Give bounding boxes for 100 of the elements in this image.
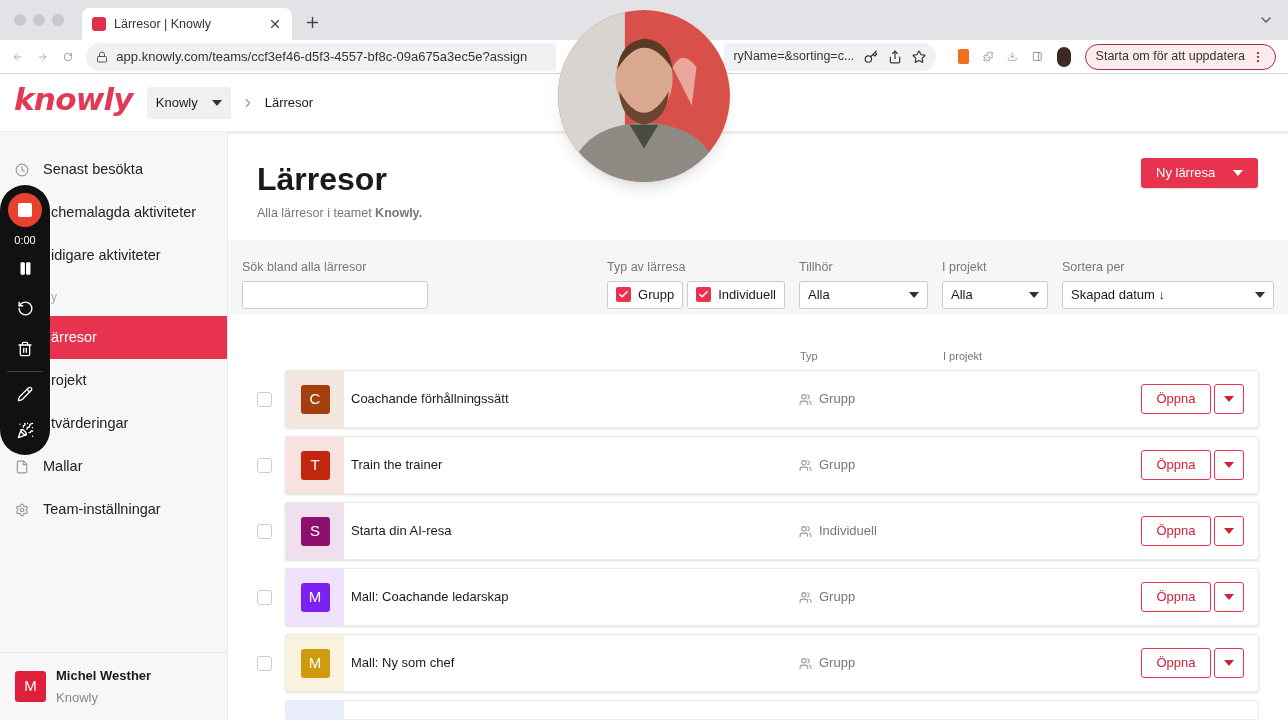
open-button[interactable]: Öppna [1141, 648, 1211, 678]
type-toggle[interactable]: Grupp [607, 280, 684, 309]
course-type: Grupp [819, 456, 856, 475]
share-icon[interactable] [888, 49, 903, 64]
open-button[interactable]: Öppna [1141, 450, 1211, 480]
sidebar-item[interactable]: chemalagda aktiviteter [50, 191, 227, 234]
course-type: Grupp [819, 390, 856, 409]
browser-tab[interactable]: Lärresor | Knowly [82, 8, 292, 40]
new-button[interactable]: Ny lärresa [1141, 158, 1258, 188]
list-row[interactable]: M Mall: Ny som chef Grupp Öppna [285, 634, 1259, 692]
course-avatar: S [300, 516, 330, 546]
column-header: I projekt [943, 349, 983, 364]
checkbox[interactable] [696, 287, 712, 303]
row-checkbox[interactable] [257, 523, 272, 539]
select-field[interactable]: Alla [799, 280, 928, 309]
type-toggle[interactable]: Individuell [687, 280, 785, 309]
course-name: Coachande förhållningssätt [351, 390, 510, 409]
group-icon [799, 392, 812, 406]
url-text: app.knowly.com/teams/ccf3ef46-d5f3-4557-bf8c-09a675a3ec5e?assign [116, 47, 528, 66]
close-icon[interactable] [268, 17, 282, 31]
course-type: Grupp [819, 588, 856, 607]
caret-icon [1224, 660, 1234, 666]
more-options-button[interactable] [1214, 516, 1244, 546]
more-options-button[interactable] [1214, 582, 1244, 612]
open-button[interactable]: Öppna [1141, 384, 1211, 414]
course-avatar: M [300, 648, 330, 678]
user-name: Michel Westher [56, 666, 152, 685]
more-options-button[interactable] [1214, 384, 1244, 414]
row-checkbox[interactable] [257, 655, 272, 671]
field-label: Sök bland alla lärresor [242, 258, 368, 276]
list-row[interactable]: C Coachande förhållningssätt Grupp Öppna [285, 370, 1259, 428]
breadcrumb-current: Lärresor [264, 93, 314, 112]
stop-button[interactable] [8, 193, 42, 227]
more-options-button[interactable] [1214, 450, 1244, 480]
caret-icon [211, 99, 222, 106]
course-avatar: M [300, 582, 330, 612]
new-tab-icon[interactable] [304, 14, 321, 31]
sidebar-item[interactable]: Mallar [0, 455, 227, 478]
document-icon [15, 459, 29, 474]
field-label: Typ av lärresa [607, 258, 687, 276]
row-checkbox[interactable] [257, 391, 272, 407]
clock-icon [15, 162, 29, 177]
star-icon[interactable] [912, 49, 927, 64]
field-label: Tillhör [799, 258, 834, 276]
course-name: Train the trainer [351, 456, 444, 475]
list-row[interactable]: M Mall: Coachande ledarskap Grupp Öppna [285, 568, 1259, 626]
column-header: Typ [800, 349, 819, 364]
open-button[interactable]: Öppna [1141, 516, 1211, 546]
checkbox[interactable] [616, 287, 632, 303]
select-field[interactable]: Alla [942, 280, 1048, 309]
field-label: Sortera per [1062, 258, 1126, 276]
address-bar[interactable]: app.knowly.com/teams/ccf3ef46-d5f3-4557-bf8c-09a675a3ec5e?assign [86, 42, 557, 71]
restart-icon[interactable] [16, 299, 34, 317]
puzzle-icon[interactable] [982, 49, 994, 64]
trash-icon[interactable] [17, 340, 33, 357]
course-type: Grupp [819, 654, 856, 673]
address-bar-end[interactable]: ryName=&sorting=c... [724, 42, 937, 71]
course-type: Individuell [819, 522, 877, 541]
party-popper-icon[interactable] [16, 421, 34, 439]
sidebar-item[interactable]: rojekt [50, 359, 227, 402]
page-title: Lärresor [257, 160, 388, 198]
profile-avatar[interactable] [1056, 46, 1071, 67]
group-icon [799, 590, 812, 604]
side-panel-icon[interactable] [1032, 49, 1043, 64]
key-icon[interactable] [864, 49, 879, 64]
list-row[interactable]: S Starta din AI-resa Individuell Öppna [285, 502, 1259, 560]
list-row[interactable]: T Train the trainer Grupp Öppna [285, 436, 1259, 494]
sidebar-item[interactable]: Senast besökta [0, 158, 227, 181]
group-icon [799, 656, 812, 670]
caret-icon [1029, 291, 1039, 298]
caret-icon [1233, 170, 1243, 176]
row-checkbox[interactable] [257, 457, 272, 473]
tab-title: Lärresor | Knowly [114, 15, 213, 33]
course-name: Starta din AI-resa [351, 522, 453, 541]
logo[interactable]: knowly [14, 76, 133, 123]
group-icon [799, 524, 812, 538]
lock-icon [96, 50, 109, 63]
favicon-icon [92, 17, 106, 31]
sidebar-item[interactable]: tvärderingar [50, 402, 227, 445]
settings-icon [15, 502, 29, 517]
open-button[interactable]: Öppna [1141, 582, 1211, 612]
group-icon [799, 458, 812, 472]
caret-icon [909, 291, 919, 298]
sidebar-item[interactable]: Team-inställningar [0, 498, 227, 521]
pause-icon[interactable] [17, 260, 33, 276]
update-button[interactable]: Starta om för att uppdatera [1084, 43, 1276, 70]
sidebar-item[interactable]: idigare aktiviteter [50, 234, 227, 277]
page-subtitle: Alla lärresor i teamet Knowly. [257, 205, 423, 222]
sidebar-item[interactable]: ärresor [50, 316, 227, 359]
search-field[interactable] [242, 280, 428, 309]
pencil-icon[interactable] [17, 385, 33, 402]
caret-icon [1224, 462, 1234, 468]
caret-icon [1224, 396, 1234, 402]
select-field[interactable]: Skapad datum ↓ [1062, 280, 1274, 309]
row-checkbox[interactable] [257, 589, 272, 605]
course-name: Mall: Ny som chef [351, 654, 456, 673]
more-options-button[interactable] [1214, 648, 1244, 678]
team-dropdown[interactable]: Knowly [146, 86, 231, 119]
section-label: y [51, 288, 57, 306]
course-avatar: C [300, 384, 330, 414]
